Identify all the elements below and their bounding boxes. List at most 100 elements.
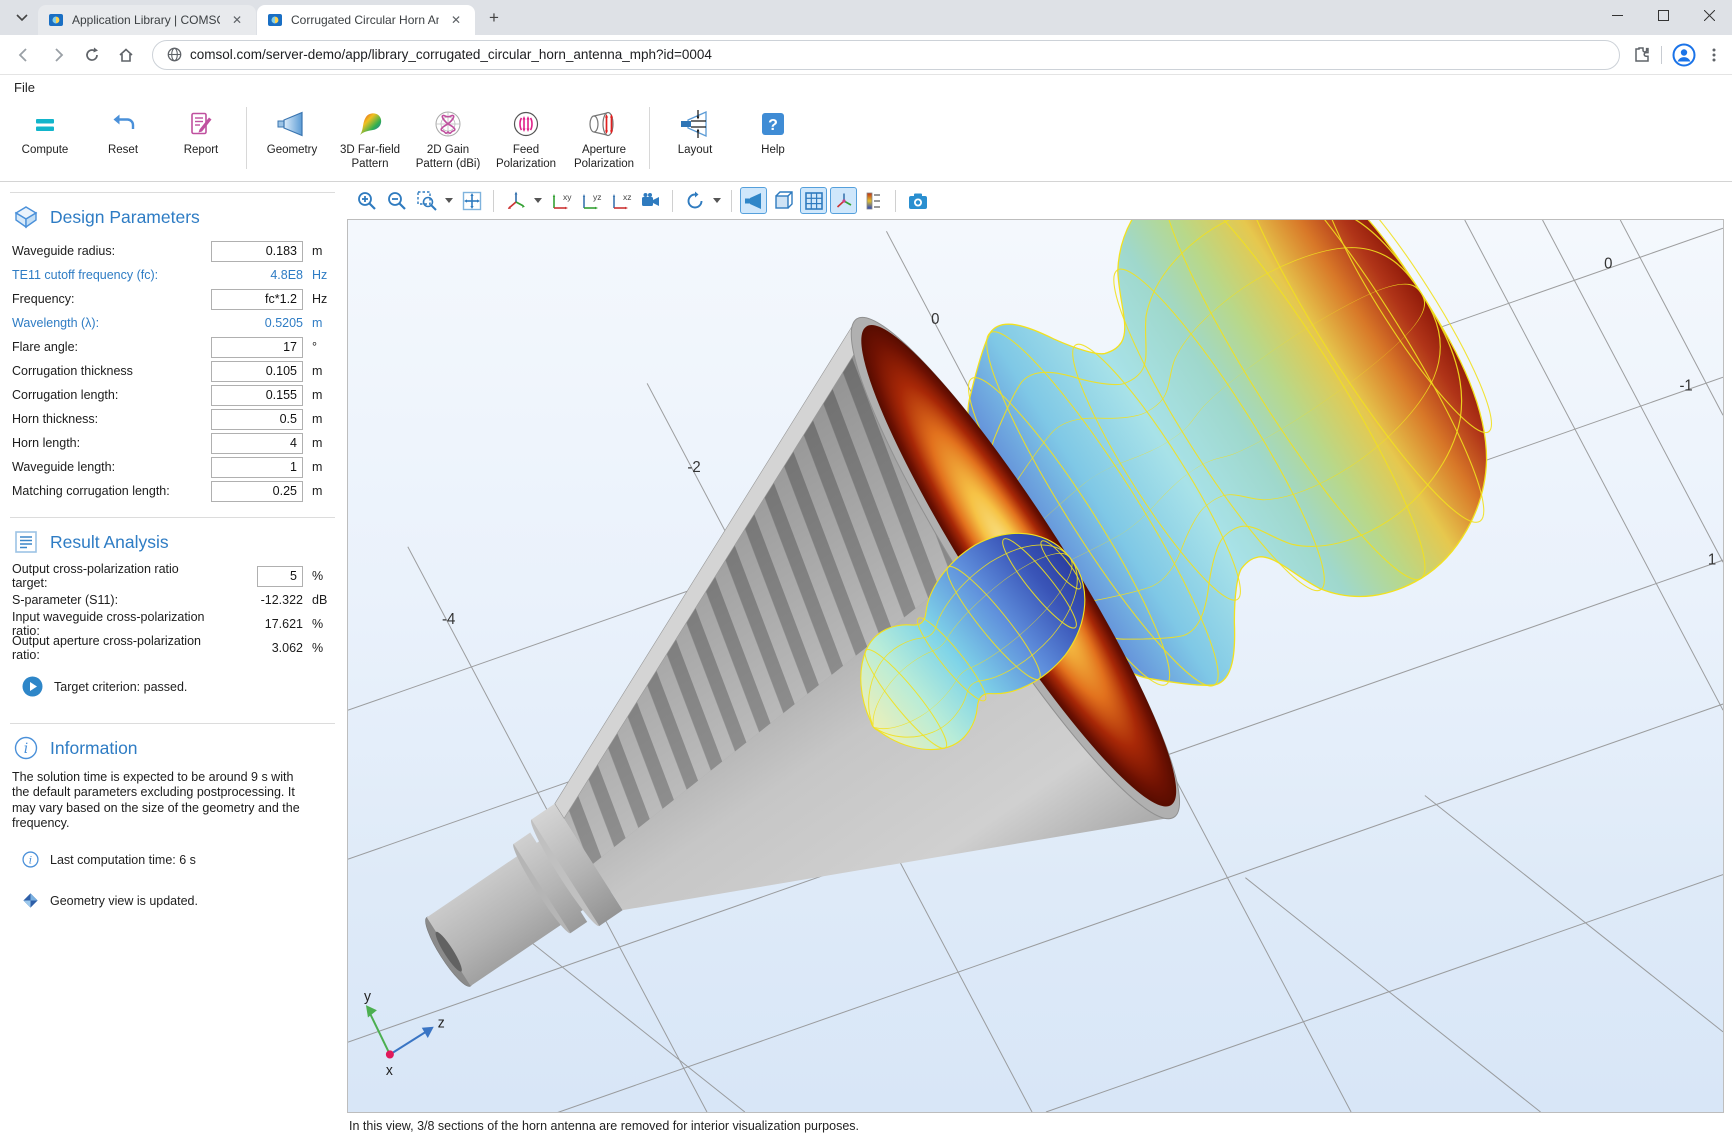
param-row: TE11 cutoff frequency (fc):4.8E8Hz [12, 263, 333, 287]
tab-close-icon[interactable]: ✕ [447, 12, 465, 28]
rotate-view-button[interactable] [681, 187, 708, 214]
waveguide-radius-input[interactable] [211, 241, 303, 262]
zoom-in-button[interactable] [353, 187, 380, 214]
comsol-favicon-icon [48, 12, 64, 28]
svg-text:i: i [29, 853, 32, 866]
output-cross-polarization-value: 3.062 [272, 641, 303, 655]
graphics-view[interactable]: 0 -2 -4 0 -1 1 y z x [347, 219, 1724, 1113]
toolbar-separator [649, 107, 650, 169]
target-criterion-status: Target criterion: passed. [22, 676, 333, 697]
flare-angle-input[interactable] [211, 337, 303, 358]
new-tab-button[interactable]: + [481, 5, 507, 31]
snapshot-button[interactable] [904, 187, 931, 214]
home-button[interactable] [112, 41, 140, 69]
geometry-updated-text: Geometry view is updated. [50, 894, 198, 908]
corrugation-thickness-input[interactable] [211, 361, 303, 382]
window-controls [1594, 0, 1732, 30]
reset-button[interactable]: Reset [84, 103, 162, 175]
back-button[interactable] [10, 41, 38, 69]
waveguide-length-input[interactable] [211, 457, 303, 478]
tab-close-icon[interactable]: ✕ [228, 12, 246, 28]
result-analysis-title: Result Analysis [50, 532, 169, 553]
help-icon: ? [760, 109, 786, 139]
settings-sidebar: Design Parameters Waveguide radius:m TE1… [0, 182, 345, 1145]
feed-polarization-button[interactable]: Feed Polarization [487, 103, 565, 175]
close-button[interactable] [1686, 0, 1732, 30]
color-legend-toggle[interactable] [860, 187, 887, 214]
browser-menu-icon[interactable] [1706, 47, 1722, 63]
design-parameters-title: Design Parameters [50, 207, 200, 228]
info-small-icon: i [22, 851, 39, 868]
far-field-pattern-button[interactable]: 3D Far-field Pattern [331, 103, 409, 175]
result-row: S-parameter (S11):-12.322dB [12, 588, 333, 612]
aperture-polarization-icon [587, 109, 621, 139]
param-row: Frequency:Hz [12, 287, 333, 311]
axis-label: 0 [1604, 255, 1612, 272]
profile-avatar-icon[interactable] [1672, 43, 1696, 67]
svg-text:i: i [24, 741, 28, 757]
param-row: Horn length:m [12, 431, 333, 455]
axis-label: 0 [931, 311, 939, 328]
app-toolbar: Compute Reset Report Geometry 3D Far-fie… [0, 99, 1732, 181]
frequency-input[interactable] [211, 289, 303, 310]
zoom-box-button[interactable] [413, 187, 440, 214]
information-icon: i [14, 736, 38, 760]
triad-z-label: z [438, 1016, 445, 1032]
orientation-dropdown[interactable] [532, 187, 544, 214]
geometry-button[interactable]: Geometry [253, 103, 331, 175]
zoom-out-button[interactable] [383, 187, 410, 214]
reload-button[interactable] [78, 41, 106, 69]
browser-tab-strip: Application Library | COMSOL S ✕ Corruga… [0, 0, 1732, 35]
corrugation-length-input[interactable] [211, 385, 303, 406]
chevron-down-icon [16, 14, 28, 22]
graphics-toolbar: xy yz xz [347, 182, 1724, 219]
tab-horn-antenna[interactable]: Corrugated Circular Horn Anten ✕ [257, 5, 475, 35]
minimize-button[interactable] [1594, 0, 1640, 30]
forward-button[interactable] [44, 41, 72, 69]
section-divider [10, 192, 335, 193]
param-row: Matching corrugation length:m [12, 479, 333, 503]
tab-application-library[interactable]: Application Library | COMSOL S ✕ [38, 5, 256, 35]
information-title: Information [50, 738, 138, 759]
geometry-visibility-toggle[interactable] [740, 187, 767, 214]
horn-thickness-input[interactable] [211, 409, 303, 430]
report-button[interactable]: Report [162, 103, 240, 175]
zoom-extents-button[interactable] [458, 187, 485, 214]
transparency-toggle[interactable] [770, 187, 797, 214]
input-cross-polarization-value: 17.621 [265, 617, 303, 631]
param-row: Corrugation thicknessm [12, 359, 333, 383]
result-row: Output cross-polarization ratio target:% [12, 564, 333, 588]
grid-toggle[interactable] [800, 187, 827, 214]
default-view-button[interactable] [637, 187, 664, 214]
matching-corrugation-length-input[interactable] [211, 481, 303, 502]
maximize-button[interactable] [1640, 0, 1686, 30]
file-menu[interactable]: File [14, 80, 35, 95]
view-yz-button[interactable]: yz [577, 187, 604, 214]
view-xy-button[interactable]: xy [547, 187, 574, 214]
extensions-icon[interactable] [1632, 45, 1651, 64]
layout-button[interactable]: Layout [656, 103, 734, 175]
zoom-box-dropdown[interactable] [443, 187, 455, 214]
param-row: Horn thickness:m [12, 407, 333, 431]
browser-toolbar: comsol.com/server-demo/app/library_corru… [0, 35, 1732, 75]
reset-icon [109, 109, 137, 139]
show-axes-toggle[interactable] [830, 187, 857, 214]
toolbar-separator [895, 190, 896, 212]
rotate-view-dropdown[interactable] [711, 187, 723, 214]
result-analysis-icon [14, 530, 38, 554]
url-text[interactable]: comsol.com/server-demo/app/library_corru… [190, 47, 712, 62]
help-button[interactable]: ? Help [734, 103, 812, 175]
tab-search-button[interactable] [8, 4, 36, 32]
site-info-icon[interactable] [167, 47, 182, 62]
app-menubar: File [0, 75, 1732, 99]
gain-pattern-button[interactable]: 2D Gain Pattern (dBi) [409, 103, 487, 175]
address-bar[interactable]: comsol.com/server-demo/app/library_corru… [152, 40, 1620, 70]
aperture-polarization-button[interactable]: Aperture Polarization [565, 103, 643, 175]
view-xz-button[interactable]: xz [607, 187, 634, 214]
orientation-button[interactable] [502, 187, 529, 214]
horn-length-input[interactable] [211, 433, 303, 454]
cross-polarization-target-input[interactable] [257, 566, 303, 587]
wavelength-value: 0.5205 [265, 316, 303, 330]
last-computation-row: i Last computation time: 6 s [22, 851, 333, 868]
compute-button[interactable]: Compute [6, 103, 84, 175]
